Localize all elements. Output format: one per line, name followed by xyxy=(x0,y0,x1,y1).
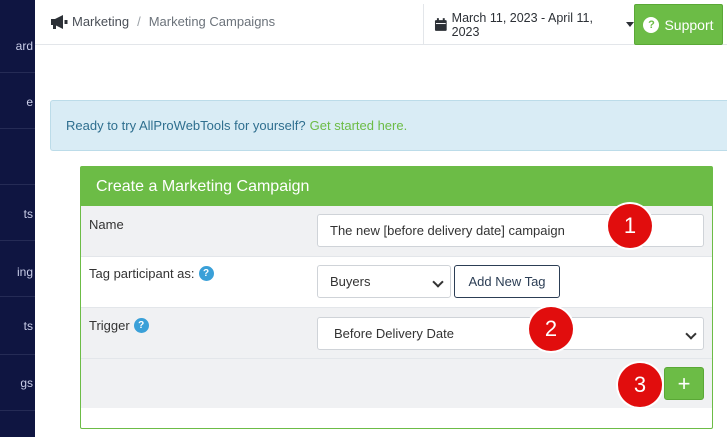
trigger-row: Trigger ? Before Delivery Date xyxy=(81,308,712,359)
breadcrumb-separator: / xyxy=(137,14,141,29)
sidebar-item-6[interactable]: ts xyxy=(0,299,35,355)
help-icon[interactable]: ? xyxy=(133,318,149,333)
tag-row: Tag participant as: ? Buyers Add New Tag xyxy=(81,257,712,308)
chevron-down-icon xyxy=(685,328,697,340)
breadcrumb-item-campaigns: Marketing Campaigns xyxy=(148,14,276,29)
chevron-down-icon xyxy=(432,276,444,288)
add-button-label: + xyxy=(677,370,691,396)
sidebar-item-label: ts xyxy=(23,207,33,221)
sidebar: ard e ts ing ts gs xyxy=(0,0,35,437)
add-button[interactable]: + xyxy=(664,367,704,400)
callout-badge-3: 3 xyxy=(618,363,662,407)
breadcrumb: Marketing / Marketing Campaigns xyxy=(50,14,275,29)
callout-badge-1: 1 xyxy=(608,204,652,248)
tag-label-text: Tag participant as: xyxy=(89,266,195,281)
add-new-tag-button[interactable]: Add New Tag xyxy=(454,265,560,298)
sidebar-item-dashboard[interactable]: ard xyxy=(0,17,35,73)
sidebar-item-2[interactable]: e xyxy=(0,73,35,129)
name-label: Name xyxy=(89,217,124,232)
question-icon: ? xyxy=(643,16,660,33)
caret-down-icon xyxy=(626,22,634,27)
tag-label: Tag participant as: ? xyxy=(89,266,214,281)
trigger-label: Trigger ? xyxy=(89,318,149,333)
top-bar: Marketing / Marketing Campaigns March 11… xyxy=(35,0,727,45)
trial-alert: Ready to try AllProWebTools for yourself… xyxy=(50,100,727,151)
alert-text: Ready to try AllProWebTools for yourself… xyxy=(66,118,306,133)
breadcrumb-item-marketing[interactable]: Marketing xyxy=(72,14,129,29)
sidebar-item-settings[interactable]: gs xyxy=(0,355,35,411)
support-button[interactable]: ? Support xyxy=(634,4,723,45)
trigger-label-text: Trigger xyxy=(89,318,130,333)
name-input-value: The new [before delivery date] campaign xyxy=(330,223,565,238)
sidebar-item-marketing[interactable]: ing xyxy=(0,241,35,297)
date-range-picker[interactable]: March 11, 2023 - April 11, 2023 xyxy=(423,4,634,45)
support-label: Support xyxy=(664,16,714,33)
sidebar-item-label: ing xyxy=(16,265,33,279)
get-started-link[interactable]: Get started here. xyxy=(310,118,408,133)
trigger-select-value: Before Delivery Date xyxy=(334,326,454,341)
tag-select[interactable]: Buyers xyxy=(317,265,451,298)
help-icon[interactable]: ? xyxy=(198,266,214,281)
add-new-tag-label: Add New Tag xyxy=(468,274,546,289)
sidebar-item-3[interactable] xyxy=(0,129,35,185)
sidebar-item-label: ts xyxy=(23,319,33,333)
panel-title: Create a Marketing Campaign xyxy=(81,167,712,206)
sidebar-item-4[interactable]: ts xyxy=(0,185,35,241)
sidebar-item-label: gs xyxy=(20,376,33,390)
sidebar-item-label: e xyxy=(26,95,33,109)
megaphone-icon xyxy=(51,14,68,29)
trigger-select[interactable]: Before Delivery Date xyxy=(317,317,704,350)
sidebar-item-label: ard xyxy=(15,39,33,53)
callout-badge-2: 2 xyxy=(529,307,573,351)
name-label-text: Name xyxy=(89,217,124,232)
calendar-icon xyxy=(434,17,447,31)
tag-select-value: Buyers xyxy=(330,274,371,289)
date-range-label: March 11, 2023 - April 11, 2023 xyxy=(451,10,593,39)
